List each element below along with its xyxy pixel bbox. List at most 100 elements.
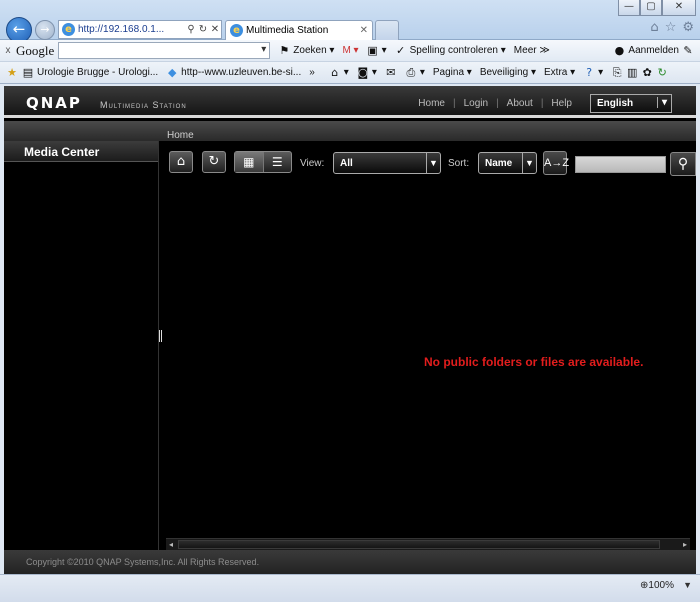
sidebar-title[interactable]: Media Center: [4, 141, 158, 162]
refresh-button[interactable]: ↻: [202, 151, 226, 173]
address-bar[interactable]: e http://192.168.0.1... ⚲ ↻ ✕: [58, 20, 222, 39]
search-icon: ⚲: [677, 156, 689, 172]
close-tab-icon[interactable]: ✕: [360, 25, 368, 36]
wrench-icon[interactable]: ✎: [682, 44, 694, 57]
refresh-icon: ↻: [208, 154, 220, 169]
more-button[interactable]: Meer ≫: [514, 45, 550, 56]
search-input[interactable]: [575, 156, 666, 173]
print-button[interactable]: ⎙ ▾: [405, 66, 424, 79]
sign-in-label: Aanmelden: [628, 45, 679, 56]
help-menu[interactable]: ? ▾: [583, 65, 603, 79]
sidebar: Media Center: [4, 141, 158, 550]
language-select[interactable]: English: [590, 94, 672, 113]
nav-about[interactable]: About: [507, 98, 533, 109]
more-label: Meer ≫: [513, 45, 550, 56]
zoeken-button[interactable]: ⚑ Zoeken ▾: [278, 44, 335, 57]
view-select[interactable]: All ▼: [333, 152, 441, 174]
forward-button[interactable]: →: [35, 20, 55, 40]
favorites-bar: ★ ▤ Urologie Brugge - Urologi... ◆ http--w…: [0, 62, 700, 84]
help-icon: ?: [586, 65, 593, 79]
content-toolbar: ⌂ ↻ ▦ ☰ View: All ▼ Sort: Name ▼ A→Z ⚲: [162, 147, 696, 176]
favorite-link-uzleuven-label: http--www.uzleuven.be-si...: [181, 67, 302, 78]
favorite-link-urologie[interactable]: ▤ Urologie Brugge - Urologi...: [22, 65, 158, 79]
window-controls: — ▢ ✕: [618, 0, 696, 16]
page-menu[interactable]: Pagina ▾: [433, 67, 472, 78]
list-view-icon[interactable]: ☰: [264, 152, 292, 172]
favorites-star-icon[interactable]: ★: [6, 66, 18, 79]
tools-gear-icon[interactable]: ⚙: [682, 20, 694, 35]
refresh-green-icon[interactable]: ↻: [656, 66, 668, 79]
mail-icon: ✉: [386, 65, 396, 79]
tools-menu-label: Extra ▾: [544, 67, 576, 78]
ie-tab-icon: e: [230, 24, 243, 37]
home-button[interactable]: ⌂: [169, 151, 193, 173]
minimize-button[interactable]: —: [618, 0, 640, 16]
research-icon[interactable]: ⎘: [611, 66, 623, 79]
home-icon[interactable]: ⌂: [650, 20, 658, 35]
favorite-link-uzleuven[interactable]: ◆ http--www.uzleuven.be-si...: [166, 65, 302, 79]
onenote-icon[interactable]: ▥: [626, 66, 638, 79]
more-favorites-chevron[interactable]: »: [309, 67, 315, 78]
close-window-button[interactable]: ✕: [662, 0, 696, 16]
panel-splitter[interactable]: [158, 141, 159, 550]
address-text[interactable]: http://192.168.0.1...: [78, 24, 185, 35]
popup-blocker-button[interactable]: ▣ ▾: [367, 44, 387, 57]
spellcheck-button[interactable]: ✓ Spelling controleren ▾: [395, 44, 506, 57]
nav-login[interactable]: Login: [464, 98, 488, 109]
sort-az-icon: A→Z: [544, 157, 570, 169]
copyright-text: Copyright ©2010 QNAP Systems,Inc. All Ri…: [26, 557, 260, 567]
chevron-down-icon: ▼: [522, 153, 536, 173]
popup-blocker-label: ▾: [381, 45, 387, 56]
page-icon: ▤: [22, 65, 34, 79]
close-toolbar-icon[interactable]: x: [0, 45, 16, 56]
nav-separator: |: [452, 98, 456, 109]
browser-status-bar: ⊕100% ▼: [0, 574, 700, 602]
security-menu[interactable]: Beveiliging ▾: [480, 67, 536, 78]
spellcheck-label: Spelling controleren ▾: [409, 45, 506, 56]
uzleuven-icon: ◆: [167, 65, 177, 79]
nav-home[interactable]: Home: [418, 98, 445, 109]
extra-icons: ⎘ ▥ ✿ ↻: [611, 66, 668, 79]
zoom-value: 100%: [648, 580, 674, 591]
search-button[interactable]: ⚲: [670, 152, 696, 176]
gmail-button[interactable]: M ▾: [342, 45, 358, 56]
zoom-chevron-down-icon[interactable]: ▼: [683, 580, 692, 590]
new-tab-button[interactable]: [375, 20, 399, 40]
refresh-icon[interactable]: ↻: [197, 24, 209, 35]
mail-button[interactable]: ✉: [385, 65, 397, 79]
sign-in-button[interactable]: ● Aanmelden ✎: [613, 44, 694, 57]
breadcrumb-home[interactable]: Home: [167, 130, 194, 141]
stop-icon[interactable]: ✕: [209, 24, 221, 35]
page-menu-label: Pagina ▾: [432, 67, 472, 78]
scroll-left-arrow-icon[interactable]: ◂: [166, 539, 176, 550]
tab-multimedia-station[interactable]: e Multimedia Station ✕: [225, 20, 373, 40]
tools-menu[interactable]: Extra ▾: [544, 67, 575, 78]
maximize-button[interactable]: ▢: [640, 0, 662, 16]
sort-order-button[interactable]: A→Z: [543, 151, 570, 175]
nav-help[interactable]: Help: [551, 98, 572, 109]
browser-titlebar: — ▢ ✕ ← → e http://192.168.0.1... ⚲ ↻ ✕ …: [0, 0, 700, 43]
addon-icon[interactable]: ✿: [641, 66, 653, 79]
view-label: View:: [300, 158, 325, 169]
home-icon: ⌂: [176, 154, 186, 169]
search-icon[interactable]: ⚲: [185, 24, 197, 35]
top-nav: Home | Login | About | Help: [418, 98, 572, 109]
feeds-button[interactable]: ◙ ▾: [357, 66, 376, 79]
favorites-star-icon[interactable]: ☆: [665, 20, 677, 35]
zoeken-label: Zoeken ▾: [293, 45, 335, 56]
nav-separator: |: [496, 98, 499, 109]
thumbnail-view-icon[interactable]: ▦: [235, 152, 264, 172]
scroll-right-arrow-icon[interactable]: ▸: [680, 539, 690, 550]
tab-title: Multimedia Station: [246, 25, 329, 36]
main-content: ⌂ ↻ ▦ ☰ View: All ▼ Sort: Name ▼ A→Z ⚲ N…: [162, 141, 696, 550]
nav-separator: |: [540, 98, 544, 109]
sort-select[interactable]: Name ▼: [478, 152, 537, 174]
gmail-label: M ▾: [342, 45, 359, 56]
home-menu-button[interactable]: ⌂ ▾: [329, 66, 349, 79]
zoom-level[interactable]: ⊕100%: [640, 580, 674, 591]
google-search-input[interactable]: [58, 42, 271, 59]
view-select-value: All: [340, 158, 353, 169]
horizontal-scrollbar[interactable]: ◂ ▸: [166, 538, 690, 550]
scrollbar-thumb[interactable]: [178, 540, 660, 549]
breadcrumb-bar: Home: [4, 121, 696, 141]
